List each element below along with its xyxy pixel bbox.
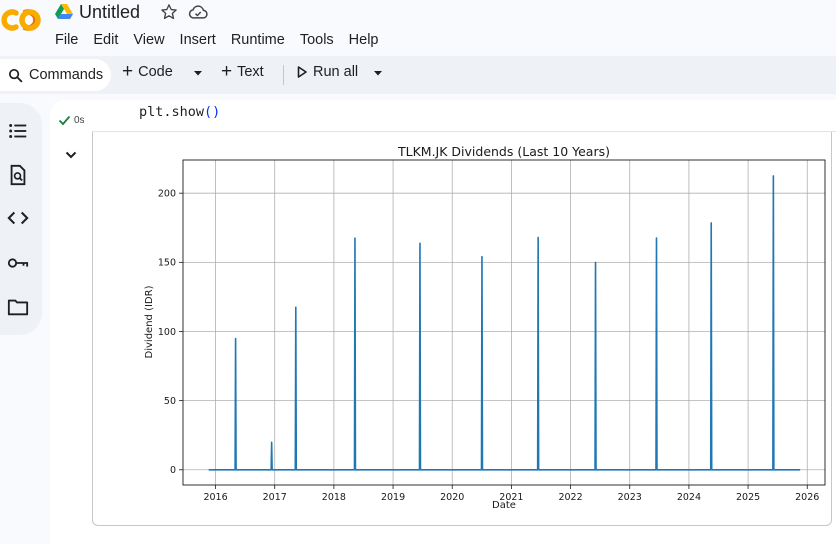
plus-icon: + [122, 61, 134, 82]
toolbar-divider [283, 65, 284, 85]
key-icon[interactable] [7, 252, 29, 274]
x-tick-label: 2020 [440, 492, 464, 503]
y-tick-label: 0 [170, 465, 176, 476]
dropdown-arrow-icon[interactable] [192, 66, 204, 80]
y-tick-label: 50 [164, 396, 176, 407]
cell-execution-status: 0s [58, 114, 85, 126]
play-icon [297, 66, 307, 78]
x-tick-label: 2026 [795, 492, 819, 503]
x-tick-label: 2016 [203, 492, 227, 503]
star-icon[interactable] [160, 3, 178, 21]
code-text: plt.show [139, 104, 205, 120]
x-tick-label: 2023 [618, 492, 642, 503]
menu-runtime[interactable]: Runtime [231, 32, 285, 48]
y-tick-label: 100 [158, 327, 176, 338]
menu-bar: File Edit View Insert Runtime Tools Help [55, 32, 394, 48]
search-icon [8, 68, 23, 83]
y-tick-label: 200 [158, 188, 176, 199]
code-cell[interactable]: plt.show() [139, 104, 220, 120]
execution-time: 0s [74, 114, 85, 126]
dividend-chart: 2016 2017 2018 2019 2020 2021 2022 2023 2024 2025… [144, 144, 826, 511]
x-tick-label: 2022 [558, 492, 582, 503]
y-axis-ticks: 0 50 100 150 200 [158, 188, 183, 476]
chart-title: TLKM.JK Dividends (Last 10 Years) [397, 144, 610, 159]
x-tick-label: 2017 [263, 492, 287, 503]
toolbar: Commands + Code + Text Run all [0, 56, 836, 94]
run-all-button[interactable]: Run all [296, 64, 358, 80]
x-axis-label: Date [492, 500, 516, 511]
cloud-saved-icon[interactable] [188, 4, 208, 20]
x-tick-label: 2018 [322, 492, 346, 503]
plus-icon: + [221, 61, 233, 82]
add-text-button[interactable]: + Text [221, 61, 264, 82]
left-sidebar [0, 103, 42, 335]
commands-label: Commands [29, 67, 104, 83]
find-icon[interactable] [7, 164, 29, 186]
menu-insert[interactable]: Insert [180, 32, 216, 48]
chevron-down-icon[interactable] [64, 148, 78, 162]
menu-file[interactable]: File [55, 32, 78, 48]
table-of-contents-icon[interactable] [7, 120, 29, 142]
google-drive-icon[interactable] [55, 4, 73, 20]
menu-tools[interactable]: Tools [300, 32, 334, 48]
menu-view[interactable]: View [133, 32, 164, 48]
x-tick-label: 2019 [381, 492, 405, 503]
y-tick-label: 150 [158, 258, 176, 269]
run-all-label: Run all [313, 64, 359, 80]
text-label: Text [237, 64, 264, 80]
colab-logo[interactable] [0, 4, 44, 36]
add-code-button[interactable]: + Code [122, 61, 173, 82]
dropdown-arrow-icon[interactable] [372, 66, 384, 80]
code-label: Code [138, 64, 173, 80]
x-tick-label: 2025 [736, 492, 760, 503]
plot-area-background [183, 160, 825, 485]
notebook-title[interactable]: Untitled [79, 2, 140, 23]
code-parens: () [204, 104, 221, 120]
menu-help[interactable]: Help [349, 32, 379, 48]
y-axis-label: Dividend (IDR) [144, 285, 155, 358]
folder-icon[interactable] [7, 296, 29, 318]
menu-edit[interactable]: Edit [93, 32, 118, 48]
x-tick-label: 2024 [677, 492, 701, 503]
code-snippets-icon[interactable] [7, 207, 29, 229]
checkmark-icon [58, 115, 71, 126]
commands-button[interactable]: Commands [0, 59, 112, 91]
